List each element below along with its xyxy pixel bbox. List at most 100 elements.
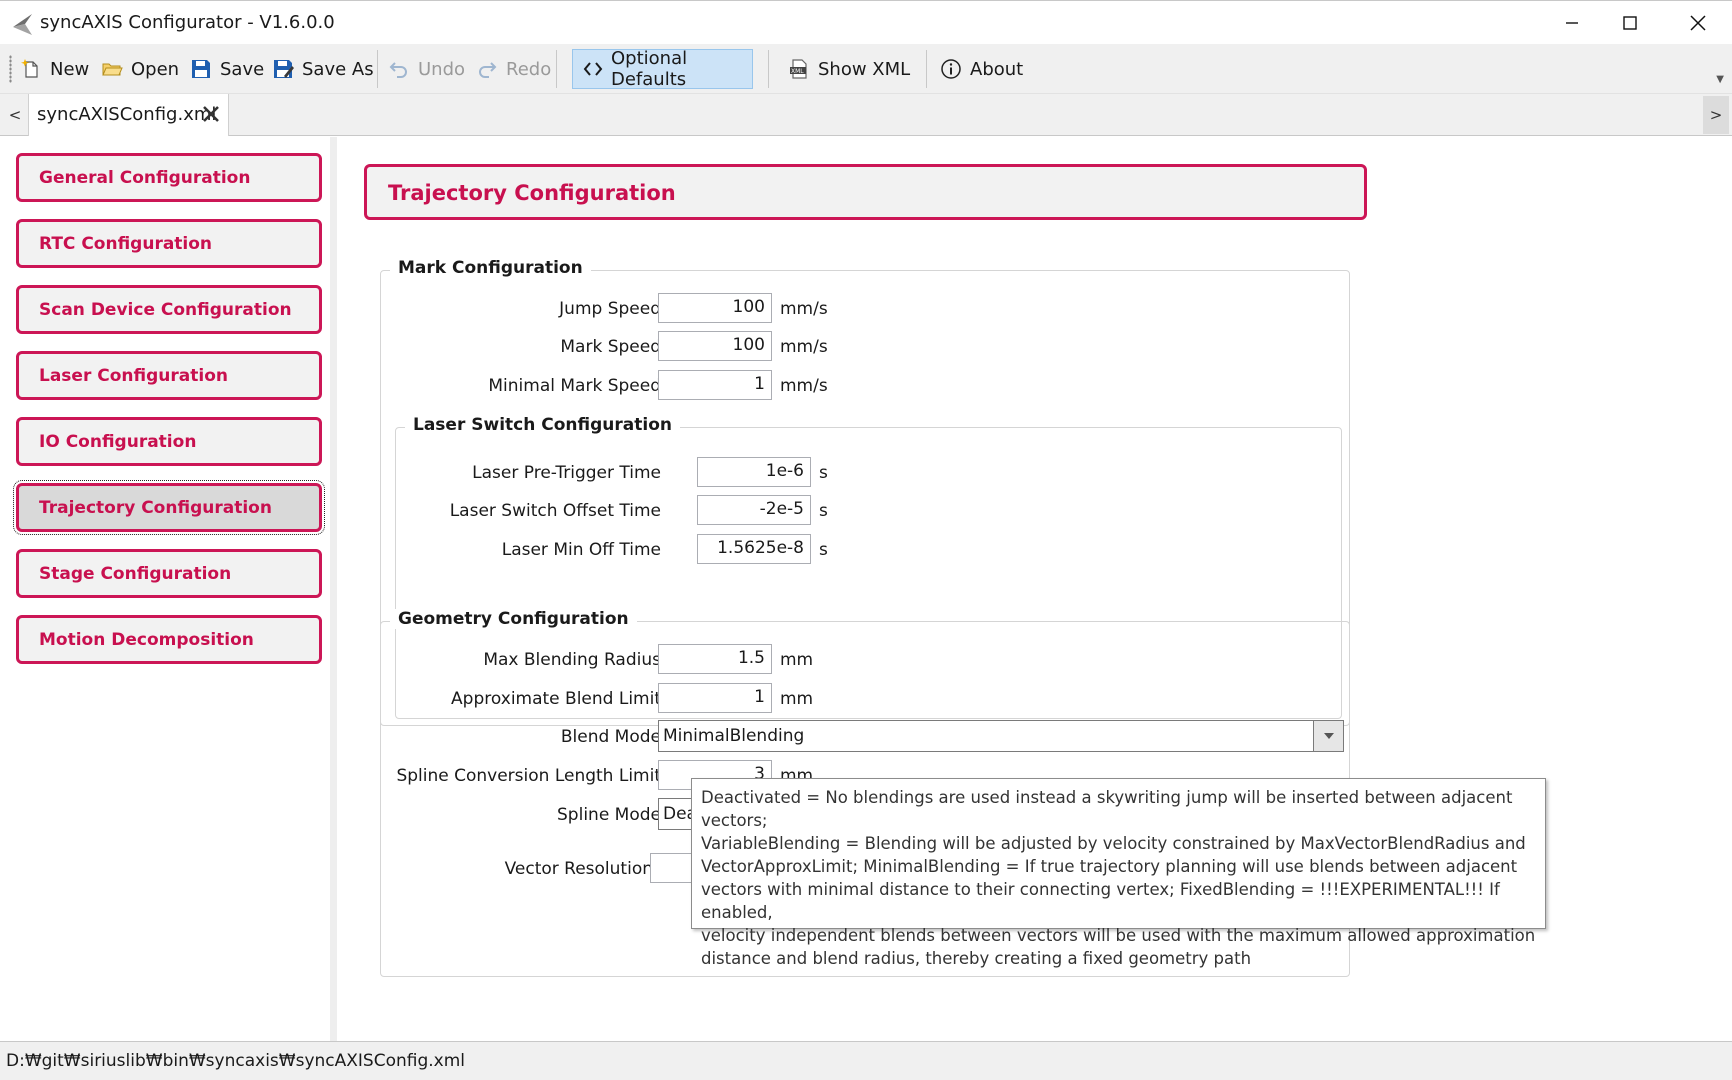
laser-switch-offset-time-unit: s <box>819 501 828 521</box>
tab-label: syncAXISConfig.xml <box>37 104 217 125</box>
tooltip-line: vectors with minimal distance to their c… <box>701 880 1500 922</box>
sidebar-item-scan-device-configuration[interactable]: Scan Device Configuration <box>16 285 322 334</box>
info-icon <box>941 59 961 79</box>
svg-text:XML: XML <box>791 68 804 75</box>
close-icon <box>1690 15 1706 31</box>
undo-label: Undo <box>418 58 466 80</box>
vector-resolution-label: Vector Resolution <box>504 859 653 879</box>
blend-mode-label: Blend Mode <box>560 727 661 747</box>
toolbar-separator <box>377 50 378 88</box>
close-window-button[interactable] <box>1664 1 1732 45</box>
sidebar: General Configuration RTC Configuration … <box>0 137 337 1041</box>
mark-speed-input[interactable]: 100 <box>658 331 772 361</box>
blend-mode-value: MinimalBlending <box>663 726 805 746</box>
approximate-blend-limit-label: Approximate Blend Limit <box>451 689 661 709</box>
toolbar-separator <box>768 50 769 88</box>
page-title: Trajectory Configuration <box>388 181 676 205</box>
optional-defaults-button[interactable]: Optional Defaults <box>572 48 753 90</box>
jump-speed-unit: mm/s <box>780 299 828 319</box>
save-label: Save <box>220 58 265 80</box>
minimize-icon <box>1566 22 1578 24</box>
blend-mode-dropdown-button[interactable] <box>1313 721 1343 751</box>
laser-pre-trigger-time-label: Laser Pre-Trigger Time <box>472 463 661 483</box>
approximate-blend-limit-input[interactable]: 1 <box>658 683 772 713</box>
spline-conversion-length-limit-label: Spline Conversion Length Limit <box>396 766 661 786</box>
save-as-label: Save As <box>302 58 374 80</box>
redo-label: Redo <box>506 58 552 80</box>
page-title-box: Trajectory Configuration <box>364 164 1367 220</box>
sidebar-item-motion-decomposition[interactable]: Motion Decomposition <box>16 615 322 664</box>
title-bar: syncAXIS Configurator - V1.6.0.0 <box>0 0 1732 44</box>
laser-pre-trigger-time-input[interactable]: 1e-6 <box>697 457 811 487</box>
tooltip-line: distance and blend radius, thereby creat… <box>701 949 1252 968</box>
show-xml-label: Show XML <box>818 58 911 80</box>
toolbar-separator <box>926 50 927 88</box>
xml-icon: XML <box>790 59 807 79</box>
minimal-mark-speed-unit: mm/s <box>780 376 828 396</box>
approximate-blend-limit-unit: mm <box>780 689 814 709</box>
new-button[interactable]: New <box>20 49 89 89</box>
sidebar-item-rtc-configuration[interactable]: RTC Configuration <box>16 219 322 268</box>
maximize-button[interactable] <box>1596 1 1664 45</box>
tab-syncaxisconfig[interactable]: syncAXISConfig.xml <box>28 94 229 136</box>
laser-min-off-time-input[interactable]: 1.5625e-8 <box>697 534 811 564</box>
mark-speed-unit: mm/s <box>780 337 828 357</box>
show-xml-button[interactable]: XML Show XML <box>788 49 910 89</box>
window-title: syncAXIS Configurator - V1.6.0.0 <box>40 12 335 33</box>
folder-open-icon <box>102 63 123 76</box>
tooltip-line: velocity independent blends between vect… <box>701 926 1536 945</box>
about-label: About <box>970 58 1024 80</box>
redo-icon <box>479 62 497 78</box>
file-path-text: D:₩git₩siriuslib₩bin₩syncaxis₩syncAXISCo… <box>6 1051 465 1071</box>
sidebar-item-io-configuration[interactable]: IO Configuration <box>16 417 322 466</box>
toolbar-grip[interactable] <box>9 55 12 83</box>
laser-switch-offset-time-input[interactable]: -2e-5 <box>697 495 811 525</box>
max-blending-radius-unit: mm <box>780 650 814 670</box>
max-blending-radius-label: Max Blending Radius <box>483 650 661 670</box>
save-as-icon <box>274 60 294 78</box>
tab-scroll-left-button[interactable]: < <box>2 96 28 134</box>
about-button[interactable]: About <box>940 49 1023 89</box>
sidebar-item-stage-configuration[interactable]: Stage Configuration <box>16 549 322 598</box>
sidebar-item-general-configuration[interactable]: General Configuration <box>16 153 322 202</box>
mark-speed-label: Mark Speed <box>560 337 661 357</box>
laser-min-off-time-label: Laser Min Off Time <box>501 540 661 560</box>
minimal-mark-speed-input[interactable]: 1 <box>658 370 772 400</box>
open-label: Open <box>131 58 180 80</box>
blend-mode-dropdown[interactable]: MinimalBlending <box>658 720 1344 752</box>
mark-configuration-header: Mark Configuration <box>390 258 591 278</box>
toolbar-separator <box>556 50 557 88</box>
tooltip-line: VectorApproxLimit; MinimalBlending = If … <box>701 857 1518 876</box>
code-brackets-icon <box>583 62 603 76</box>
toolbar: New Open Save Save As Undo Redo Optional… <box>0 44 1732 94</box>
save-as-button[interactable]: Save As <box>272 49 374 89</box>
undo-button[interactable]: Undo <box>388 49 465 89</box>
max-blending-radius-input[interactable]: 1.5 <box>658 644 772 674</box>
save-icon <box>192 60 210 78</box>
undo-icon <box>389 62 407 78</box>
tab-scroll-right-button[interactable]: > <box>1703 96 1729 134</box>
tooltip-line: Deactivated = No blendings are used inst… <box>701 788 1513 830</box>
close-tab-icon[interactable] <box>199 102 223 126</box>
laser-switch-configuration-header: Laser Switch Configuration <box>405 415 680 435</box>
open-button[interactable]: Open <box>101 49 179 89</box>
minimal-mark-speed-label: Minimal Mark Speed <box>488 376 661 396</box>
jump-speed-input[interactable]: 100 <box>658 293 772 323</box>
chevron-left-icon: < <box>8 106 22 124</box>
document-tab-strip: < syncAXISConfig.xml > <box>0 94 1732 136</box>
laser-min-off-time-unit: s <box>819 540 828 560</box>
chevron-right-icon: > <box>1709 106 1723 124</box>
sidebar-item-trajectory-configuration[interactable]: Trajectory Configuration <box>13 480 325 535</box>
status-bar: D:₩git₩siriuslib₩bin₩syncaxis₩syncAXISCo… <box>0 1041 1732 1080</box>
jump-speed-label: Jump Speed <box>559 299 661 319</box>
save-button[interactable]: Save <box>190 49 264 89</box>
laser-pre-trigger-time-unit: s <box>819 463 828 483</box>
redo-button[interactable]: Redo <box>476 49 551 89</box>
app-logo-icon <box>13 14 32 35</box>
chevron-down-icon <box>1323 733 1334 739</box>
sidebar-item-laser-configuration[interactable]: Laser Configuration <box>16 351 322 400</box>
new-file-icon <box>21 59 38 78</box>
geometry-configuration-header: Geometry Configuration <box>390 609 637 629</box>
maximize-icon <box>1623 16 1637 30</box>
toolbar-overflow-chevron-icon[interactable]: ▼ <box>1716 74 1724 85</box>
